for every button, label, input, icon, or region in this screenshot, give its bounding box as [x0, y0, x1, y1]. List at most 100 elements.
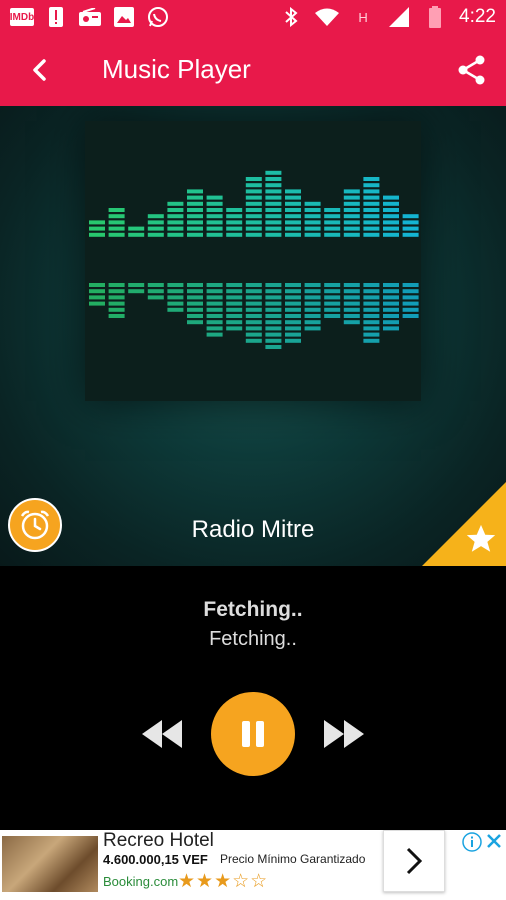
eq-segment: [206, 232, 223, 237]
share-button[interactable]: [456, 54, 488, 86]
eq-segment: [343, 195, 360, 200]
eq-reflection-segment: [245, 338, 262, 343]
eq-segment: [402, 232, 419, 237]
fast-forward-button[interactable]: [322, 716, 366, 752]
eq-reflection-segment: [383, 289, 399, 294]
eq-reflection-segment: [402, 301, 419, 306]
eq-segment: [108, 232, 125, 237]
back-button[interactable]: [22, 52, 58, 88]
eq-reflection-segment: [89, 295, 105, 300]
bluetooth-icon: [279, 6, 303, 28]
eq-segment: [245, 220, 262, 225]
eq-reflection-segment: [245, 283, 262, 287]
eq-segment: [383, 226, 399, 231]
eq-reflection-segment: [402, 314, 419, 318]
eq-reflection-segment: [383, 301, 399, 306]
favorite-button[interactable]: [464, 522, 498, 556]
ad-price: 4.600.000,15 VEF: [103, 852, 208, 867]
eq-reflection-segment: [285, 289, 301, 294]
eq-segment: [304, 226, 321, 231]
eq-segment: [167, 226, 184, 231]
ad-banner[interactable]: Recreo Hotel 4.600.000,15 VEF Precio Mín…: [0, 830, 506, 900]
eq-reflection-segment: [285, 295, 301, 300]
eq-segment: [187, 226, 203, 231]
eq-reflection-segment: [304, 307, 321, 312]
eq-segment: [285, 220, 301, 225]
eq-segment: [265, 195, 282, 200]
eq-reflection-segment: [343, 295, 360, 300]
eq-reflection-segment: [402, 307, 419, 312]
eq-segment: [343, 208, 360, 212]
eq-reflection-segment: [383, 283, 399, 287]
network-type-label: H: [358, 9, 368, 25]
page-title: Music Player: [102, 54, 251, 84]
eq-reflection-segment: [89, 301, 105, 306]
eq-reflection-segment: [167, 301, 184, 306]
eq-segment: [245, 226, 262, 231]
sleep-timer-button[interactable]: [8, 498, 62, 552]
eq-reflection-segment: [363, 301, 380, 306]
eq-segment: [343, 201, 360, 206]
eq-segment: [285, 232, 301, 237]
eq-reflection-segment: [226, 320, 243, 325]
eq-segment: [363, 220, 380, 225]
eq-reflection-segment: [245, 289, 262, 294]
ad-close-button[interactable]: [485, 832, 503, 850]
eq-reflection-segment: [265, 289, 282, 294]
eq-segment: [167, 201, 184, 206]
eq-segment: [245, 214, 262, 219]
signal-icon: [387, 6, 411, 28]
eq-segment: [89, 220, 105, 225]
eq-reflection-segment: [285, 332, 301, 337]
eq-reflection-segment: [108, 289, 125, 294]
eq-reflection-segment: [167, 307, 184, 312]
eq-reflection-segment: [108, 295, 125, 300]
eq-reflection-segment: [206, 326, 223, 331]
eq-reflection-segment: [304, 326, 321, 331]
eq-reflection-segment: [324, 295, 341, 300]
eq-segment: [265, 201, 282, 206]
pause-button[interactable]: [211, 692, 295, 776]
eq-segment: [265, 214, 282, 219]
eq-reflection-segment: [245, 307, 262, 312]
eq-reflection-segment: [226, 326, 243, 331]
eq-segment: [187, 214, 203, 219]
eq-reflection-segment: [167, 283, 184, 287]
eq-segment: [187, 220, 203, 225]
rewind-button[interactable]: [140, 716, 184, 752]
eq-reflection-segment: [226, 307, 243, 312]
eq-segment: [363, 208, 380, 212]
eq-segment: [383, 195, 399, 200]
eq-reflection-segment: [245, 332, 262, 337]
eq-segment: [363, 201, 380, 206]
eq-reflection-segment: [265, 301, 282, 306]
radio-icon: [78, 6, 102, 28]
eq-segment: [206, 195, 223, 200]
eq-segment: [363, 189, 380, 194]
eq-segment: [265, 189, 282, 194]
eq-reflection-segment: [147, 289, 164, 294]
eq-reflection-segment: [324, 289, 341, 294]
eq-segment: [324, 214, 341, 219]
eq-segment: [265, 220, 282, 225]
eq-segment: [383, 232, 399, 237]
eq-reflection-segment: [187, 289, 203, 294]
eq-reflection-segment: [245, 295, 262, 300]
eq-segment: [343, 232, 360, 237]
eq-reflection-segment: [226, 295, 243, 300]
eq-segment: [89, 232, 105, 237]
track-artist: Fetching..: [209, 628, 297, 650]
eq-reflection-segment: [206, 332, 223, 337]
eq-segment: [383, 220, 399, 225]
eq-segment: [108, 226, 125, 231]
ad-open-button[interactable]: [383, 830, 445, 892]
eq-reflection-segment: [265, 314, 282, 318]
ad-info-button[interactable]: [462, 832, 482, 852]
eq-reflection-segment: [304, 320, 321, 325]
eq-reflection-segment: [324, 314, 341, 318]
eq-reflection-segment: [206, 301, 223, 306]
eq-reflection-segment: [265, 295, 282, 300]
eq-reflection-segment: [343, 314, 360, 318]
eq-reflection-segment: [265, 338, 282, 343]
eq-reflection-segment: [265, 283, 282, 287]
